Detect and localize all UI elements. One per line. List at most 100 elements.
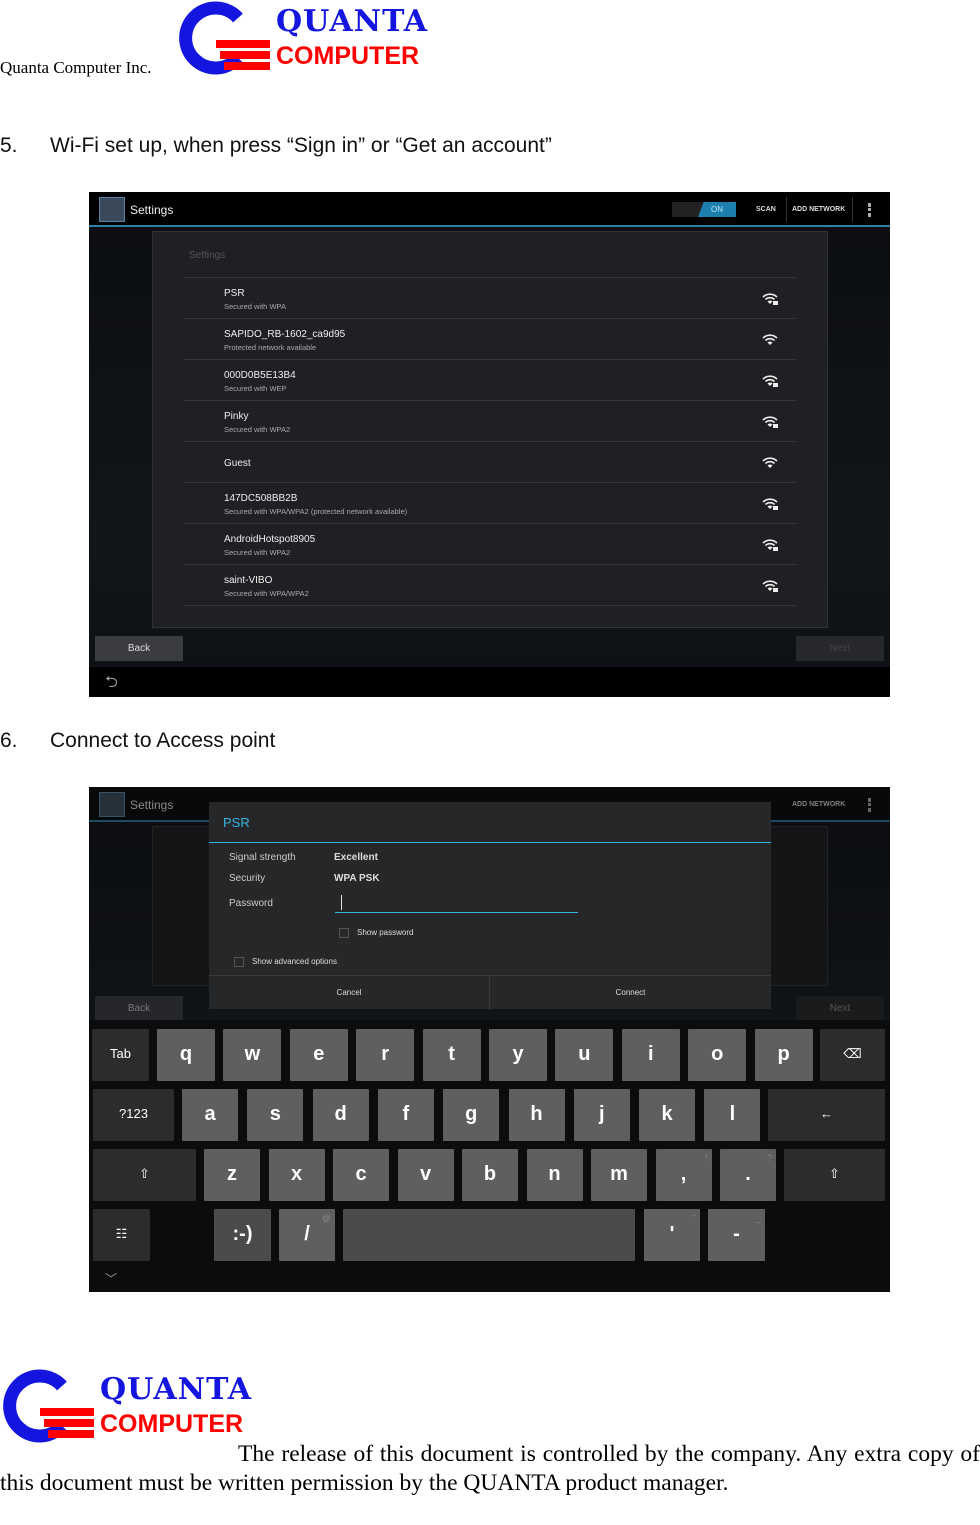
quanta-logo: QUANTA COMPUTER: [176, 0, 427, 80]
key-.[interactable]: .?: [720, 1149, 776, 1201]
panel-header: Settings: [189, 250, 226, 261]
network-name: 000D0B5E13B4: [224, 370, 296, 381]
shift-key[interactable]: ⇧: [93, 1149, 196, 1201]
quanta-logo-mark-icon: [3, 1369, 94, 1443]
network-item[interactable]: PSR Secured with WPA: [184, 277, 796, 318]
cancel-button[interactable]: Cancel: [209, 976, 490, 1010]
network-name: 147DC508BB2B: [224, 493, 298, 504]
key-i[interactable]: i: [621, 1029, 680, 1081]
key-w[interactable]: w: [223, 1029, 282, 1081]
key-t[interactable]: t: [422, 1029, 481, 1081]
network-status: Secured with WPA: [224, 302, 286, 311]
network-status: Secured with WPA2: [224, 548, 291, 557]
network-name: AndroidHotspot8905: [224, 534, 316, 545]
network-status: Protected network available: [224, 343, 317, 352]
key-n[interactable]: n: [526, 1149, 583, 1201]
connect-button[interactable]: Connect: [490, 976, 771, 1010]
show-advanced-checkbox[interactable]: [234, 957, 244, 967]
next-button[interactable]: Next: [796, 996, 884, 1021]
network-status: Secured with WPA/WPA2: [224, 589, 309, 598]
add-network-button[interactable]: ADD NETWORK: [792, 801, 845, 808]
key-e[interactable]: e: [289, 1029, 348, 1081]
show-password-checkbox[interactable]: [339, 928, 349, 938]
wifi-locked-icon: [762, 374, 778, 393]
space-key[interactable]: [343, 1209, 635, 1261]
quanta-logo-mark-icon: [179, 1, 270, 75]
wifi-connect-dialog: PSR Signal strength Excellent Security W…: [209, 802, 771, 1010]
hide-keyboard-icon[interactable]: ﹀: [105, 1270, 117, 1287]
app-title: Settings: [130, 203, 174, 217]
network-status: Secured with WPA/WPA2 (protected network…: [224, 507, 408, 516]
next-button[interactable]: Next: [796, 636, 884, 661]
back-button[interactable]: Back: [95, 996, 183, 1021]
key-u[interactable]: u: [555, 1029, 614, 1081]
key-m[interactable]: m: [591, 1149, 647, 1201]
wifi-locked-icon: [762, 497, 778, 516]
key-c[interactable]: c: [333, 1149, 389, 1201]
backspace-key[interactable]: ⌫: [820, 1029, 885, 1081]
key-d[interactable]: d: [312, 1089, 369, 1141]
key-k[interactable]: k: [639, 1089, 696, 1141]
network-status: Secured with WPA2: [224, 425, 291, 434]
wifi-toggle[interactable]: ON: [672, 202, 736, 217]
enter-key[interactable]: ←: [768, 1089, 885, 1141]
network-item[interactable]: Pinky Secured with WPA2: [184, 400, 796, 441]
wifi-locked-icon: [762, 292, 778, 311]
footer-notice: The release of this document is controll…: [0, 1441, 980, 1496]
key-/[interactable]: / @: [279, 1209, 335, 1261]
network-name: Pinky: [224, 411, 249, 422]
key-Tab[interactable]: Tab: [92, 1029, 149, 1081]
app-title: Settings: [130, 798, 174, 812]
network-item[interactable]: saint-VIBO Secured with WPA/WPA2: [184, 564, 796, 605]
shift-key[interactable]: ⇧: [784, 1149, 885, 1201]
key-:-)[interactable]: :-): [214, 1209, 271, 1261]
back-button[interactable]: Back: [95, 636, 183, 661]
quanta-logo-footer: QUANTA COMPUTER: [0, 1368, 251, 1448]
back-nav-icon[interactable]: ⮌: [105, 671, 118, 697]
scan-button[interactable]: SCAN: [756, 206, 776, 213]
key-'[interactable]: ' ": [644, 1209, 700, 1261]
key-a[interactable]: a: [182, 1089, 238, 1141]
key-v[interactable]: v: [397, 1149, 454, 1201]
key-h[interactable]: h: [508, 1089, 565, 1141]
wifi-locked-icon: [762, 415, 778, 434]
key--[interactable]: - _: [708, 1209, 765, 1261]
key-l[interactable]: l: [704, 1089, 761, 1141]
key-s[interactable]: s: [247, 1089, 304, 1141]
network-item[interactable]: 000D0B5E13B4 Secured with WEP: [184, 359, 796, 400]
key-p[interactable]: p: [754, 1029, 813, 1081]
wifi-panel: Settings PSR Secured with WPA SAPIDO_RB-16…: [152, 231, 828, 628]
key-y[interactable]: y: [489, 1029, 547, 1081]
network-item[interactable]: 147DC508BB2B Secured with WPA/WPA2 (prote…: [184, 482, 796, 523]
settings-key[interactable]: ☷: [93, 1209, 150, 1261]
overflow-menu-icon[interactable]: [868, 798, 871, 812]
key-f[interactable]: f: [377, 1089, 434, 1141]
settings-app-icon: [99, 197, 125, 222]
key-b[interactable]: b: [462, 1149, 518, 1201]
key-j[interactable]: j: [573, 1089, 630, 1141]
key-?123[interactable]: ?123: [93, 1089, 174, 1141]
network-name: Guest: [224, 458, 251, 469]
security-value: WPA PSK: [334, 873, 380, 884]
wifi-locked-icon: [762, 538, 778, 557]
password-input[interactable]: [335, 895, 578, 913]
wifi-icon: [762, 456, 778, 475]
key-g[interactable]: g: [443, 1089, 500, 1141]
network-name: PSR: [224, 288, 245, 299]
key-o[interactable]: o: [688, 1029, 747, 1081]
network-name: SAPIDO_RB-1602_ca9d95: [224, 329, 346, 340]
wifi-icon: [762, 333, 778, 352]
key-r[interactable]: r: [356, 1029, 415, 1081]
settings-app-icon: [99, 792, 125, 817]
network-item[interactable]: Guest: [184, 441, 796, 482]
network-item[interactable]: SAPIDO_RB-1602_ca9d95 Protected network a…: [184, 318, 796, 359]
network-name: saint-VIBO: [224, 575, 273, 586]
key-x[interactable]: x: [268, 1149, 325, 1201]
network-item[interactable]: AndroidHotspot8905 Secured with WPA2: [184, 523, 796, 564]
add-network-button[interactable]: ADD NETWORK: [792, 206, 845, 213]
key-z[interactable]: z: [204, 1149, 260, 1201]
key-q[interactable]: q: [157, 1029, 215, 1081]
navigation-bar: ⮌: [89, 667, 890, 697]
overflow-menu-icon[interactable]: [868, 203, 871, 217]
key-,[interactable]: ,!: [655, 1149, 712, 1201]
